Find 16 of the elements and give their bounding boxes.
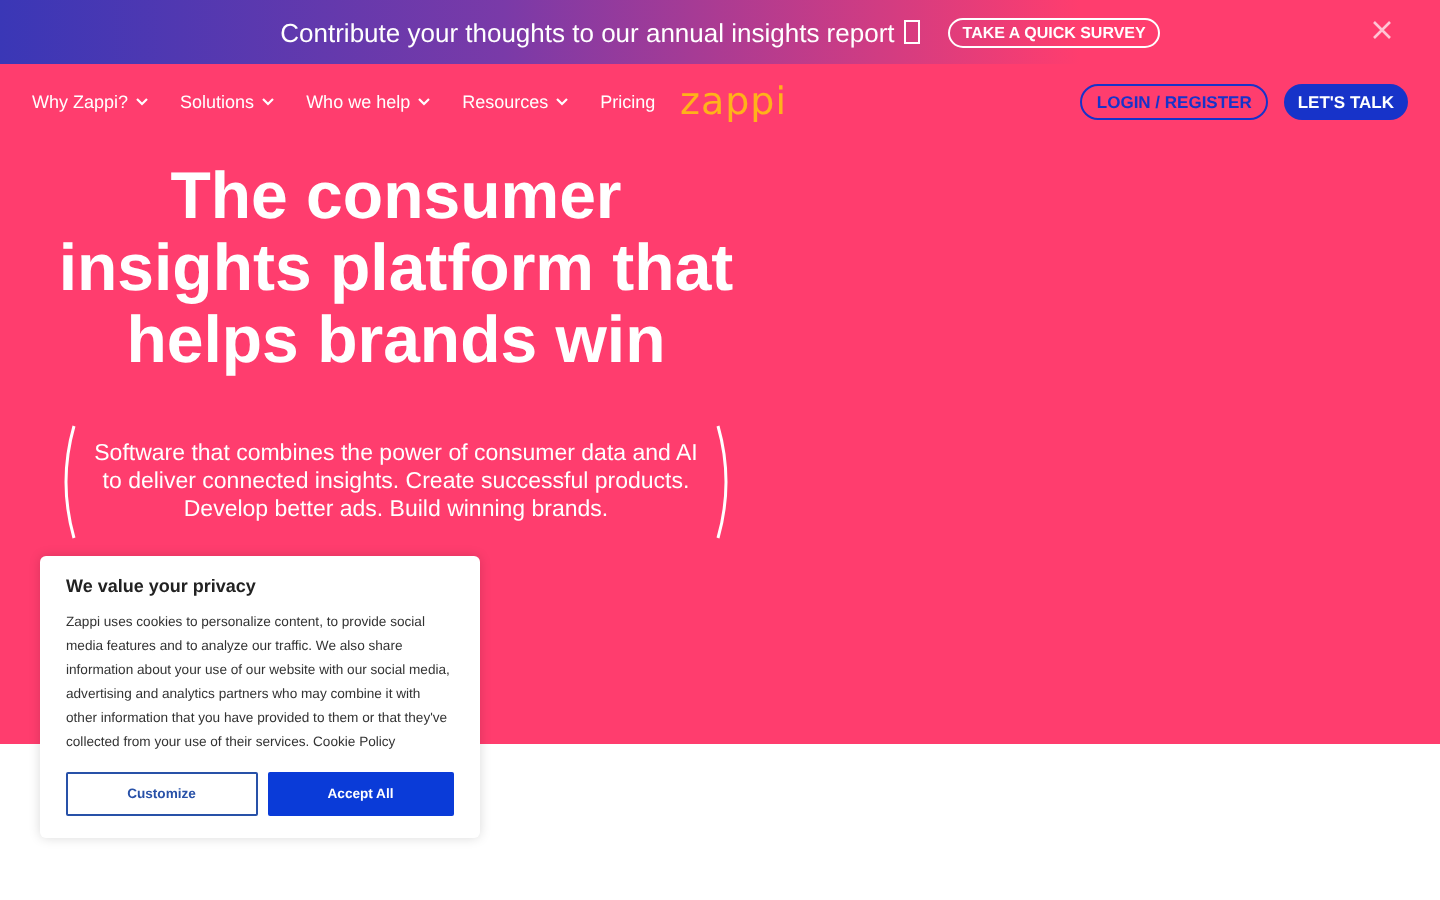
survey-button[interactable]: TAKE A QUICK SURVEY bbox=[948, 17, 1160, 47]
dialog-title: We value your privacy bbox=[66, 576, 258, 596]
left-bracket-icon bbox=[58, 424, 78, 540]
nav-link[interactable]: Who we help bbox=[306, 92, 431, 112]
close-icon[interactable] bbox=[1372, 20, 1392, 40]
hero-subtitle: Software that combines the power of consumer data and AI to deliver connected insights. Create successful products. Develop better ads. Build winning brands. bbox=[92, 440, 700, 524]
nav-link[interactable]: Resources bbox=[462, 92, 569, 112]
contact-button[interactable]: LET'S TALK bbox=[1283, 84, 1408, 120]
nav-link[interactable]: Why Zappi? bbox=[32, 92, 149, 112]
missing-glyph-icon bbox=[904, 20, 921, 44]
banner-text: Contribute your thoughts to our annual insights report bbox=[280, 17, 895, 47]
hero-heading: The consumer insights platform that helps brands win bbox=[56, 160, 736, 376]
logo[interactable]: zappi bbox=[680, 80, 788, 124]
nav-link[interactable]: Pricing bbox=[600, 92, 656, 112]
nav-link[interactable]: Solutions bbox=[180, 92, 275, 112]
login-button[interactable]: LOGIN / REGISTER bbox=[1080, 84, 1268, 120]
